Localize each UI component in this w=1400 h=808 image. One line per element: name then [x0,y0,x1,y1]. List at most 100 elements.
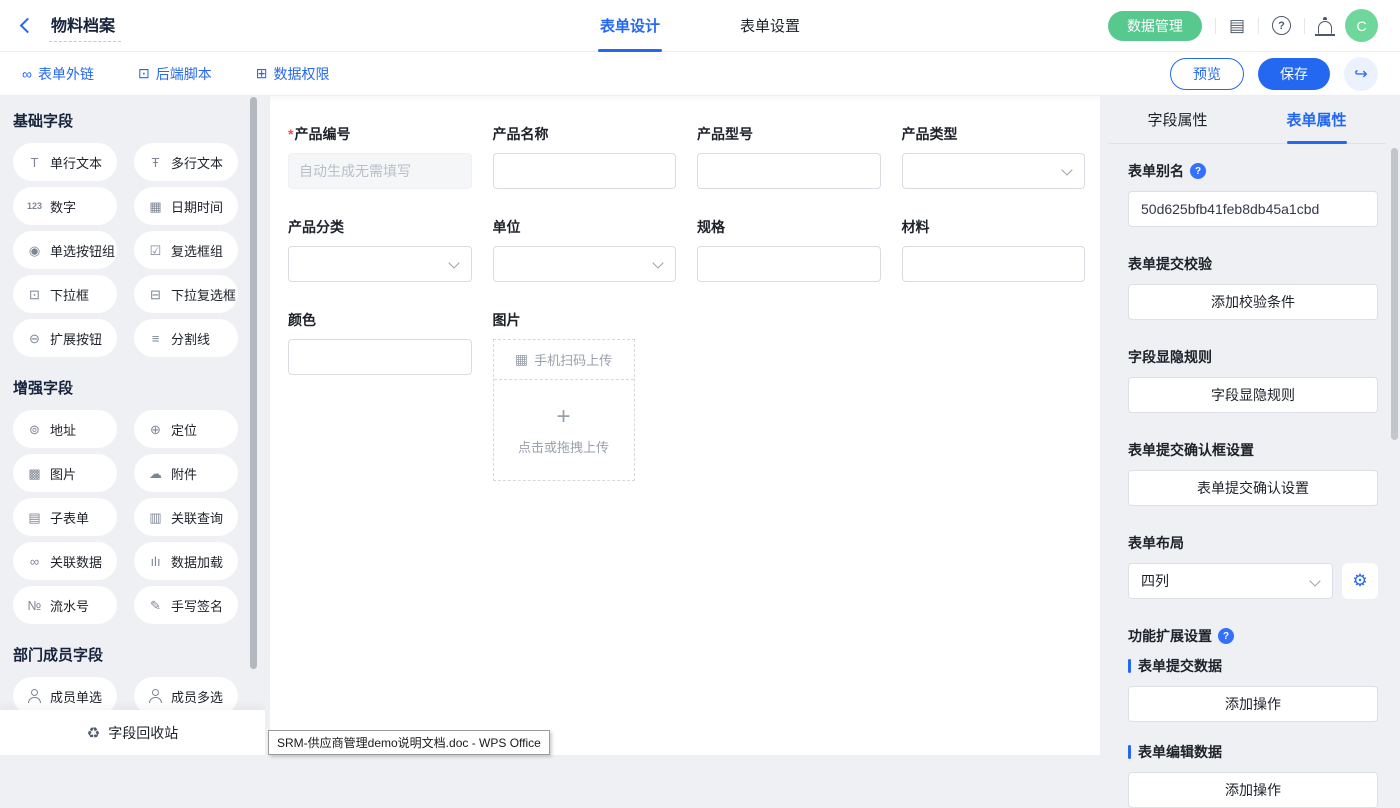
chevron-down-icon [1061,164,1072,175]
field-image-upload[interactable]: 图片 ▦ 手机扫码上传 + 点击或拖拽上传 [493,310,677,481]
form-validation-section: 表单提交校验 添加校验条件 [1128,254,1378,320]
color-input[interactable] [288,339,472,375]
field-item-related-query[interactable]: ▥关联查询 [134,498,238,536]
add-validation-button[interactable]: 添加校验条件 [1128,284,1378,320]
tab-field-properties[interactable]: 字段属性 [1108,96,1247,143]
drag-upload-area[interactable]: + 点击或拖拽上传 [494,380,634,480]
layout-settings-button[interactable]: ⚙ [1342,563,1378,599]
field-item-address[interactable]: ⊚地址 [13,410,117,448]
field-product-model[interactable]: 产品型号 [697,124,881,189]
spec-input[interactable] [697,246,881,282]
multi-dropdown-icon: ⊟ [147,288,164,301]
form-external-link-button[interactable]: ∞ 表单外链 [22,64,94,84]
field-item-attachment[interactable]: ☁附件 [134,454,238,492]
field-item-related-data[interactable]: ∞关联数据 [13,542,117,580]
product-code-input[interactable] [288,153,472,189]
field-item-location[interactable]: ⊕定位 [134,410,238,448]
people-icon [147,689,164,703]
field-recycle-bin[interactable]: ♻ 字段回收站 [0,710,265,755]
section-title-enhanced-fields: 增强字段 [13,377,265,398]
field-product-code[interactable]: *产品编号 [288,124,472,189]
form-canvas[interactable]: *产品编号 产品名称 产品型号 产品类型 产品分类 单位 规格 材料 [270,96,1100,755]
help-icon[interactable]: ? [1272,16,1291,35]
field-product-category[interactable]: 产品分类 [288,217,472,282]
tab-form-properties[interactable]: 表单属性 [1247,96,1386,143]
field-item-multi-dropdown[interactable]: ⊟下拉复选框 [134,275,238,313]
form-layout-select[interactable]: 四列 [1128,563,1333,599]
field-label: 产品类型 [902,124,1086,144]
field-label: 图片 [493,310,677,330]
back-button[interactable] [22,20,33,31]
notification-bell-icon[interactable] [1318,21,1332,34]
tab-form-settings[interactable]: 表单设置 [736,0,804,52]
cloud-upload-icon: ☁ [147,467,164,480]
field-spec[interactable]: 规格 [697,217,881,282]
field-item-number[interactable]: 123数字 [13,187,117,225]
field-visibility-button[interactable]: 字段显隐规则 [1128,377,1378,413]
chain-link-icon: ∞ [26,555,43,568]
form-alias-input[interactable] [1128,191,1378,227]
add-submit-action-button[interactable]: 添加操作 [1128,686,1378,722]
divider-line-icon: ≡ [147,332,164,345]
question-icon[interactable]: ? [1218,628,1234,644]
sidebar-scrollbar[interactable] [250,97,257,669]
radio-icon: ◉ [26,244,43,257]
contacts-icon[interactable]: ▤ [1229,17,1245,34]
page-title[interactable]: 物料档案 [49,10,121,42]
field-item-radio-group[interactable]: ◉单选按钮组 [13,231,117,269]
product-type-select[interactable] [902,153,1086,189]
section-title-member-fields: 部门成员字段 [13,644,265,665]
product-category-select[interactable] [288,246,472,282]
field-product-type[interactable]: 产品类型 [902,124,1086,189]
field-material[interactable]: 材料 [902,217,1086,282]
field-color[interactable]: 颜色 [288,310,472,481]
field-item-subform[interactable]: ▤子表单 [13,498,117,536]
field-label: 单位 [493,217,677,237]
field-unit[interactable]: 单位 [493,217,677,282]
preview-button[interactable]: 预览 [1170,58,1244,90]
submit-confirm-button[interactable]: 表单提交确认设置 [1128,470,1378,506]
product-model-input[interactable] [697,153,881,189]
product-name-input[interactable] [493,153,677,189]
divider [1304,18,1305,34]
user-avatar[interactable]: C [1345,9,1378,42]
tab-form-design[interactable]: 表单设计 [596,0,664,52]
field-item-divider-line[interactable]: ≡分割线 [134,319,238,357]
field-item-multi-line-text[interactable]: Ŧ多行文本 [134,143,238,181]
toolbar-actions: 预览 保存 ↪ [1170,57,1378,91]
related-query-icon: ▥ [147,511,164,524]
field-item-datetime[interactable]: ▦日期时间 [134,187,238,225]
question-icon[interactable]: ? [1190,163,1206,179]
header-actions: 数据管理 ▤ ? C [1108,9,1378,42]
unit-select[interactable] [493,246,677,282]
share-button[interactable]: ↪ [1344,57,1378,91]
person-icon [26,689,43,703]
data-manage-button[interactable]: 数据管理 [1108,11,1202,41]
data-permission-button[interactable]: ⊞ 数据权限 [256,64,330,84]
field-product-name[interactable]: 产品名称 [493,124,677,189]
add-edit-action-button[interactable]: 添加操作 [1128,772,1378,808]
field-item-extend-button[interactable]: ⊖扩展按钮 [13,319,117,357]
field-item-single-line-text[interactable]: T单行文本 [13,143,117,181]
form-toolbar: ∞ 表单外链 ⊡ 后端脚本 ⊞ 数据权限 预览 保存 ↪ [0,52,1400,96]
backend-script-button[interactable]: ⊡ 后端脚本 [138,64,212,84]
script-icon: ⊡ [138,65,150,82]
window-scrollbar[interactable] [1391,148,1398,440]
blue-bar [1128,745,1131,759]
field-item-serial-number[interactable]: №流水号 [13,586,117,624]
submit-data-group-label: 表单提交数据 [1128,656,1378,676]
bar-chart-icon: ılı [147,555,164,568]
field-label: 产品编号 [294,124,350,144]
link-icon: ∞ [22,66,32,82]
field-item-checkbox-group[interactable]: ☑复选框组 [134,231,238,269]
scan-upload-button[interactable]: ▦ 手机扫码上传 [494,340,634,380]
image-icon: ▩ [26,467,43,480]
field-item-data-load[interactable]: ılı数据加载 [134,542,238,580]
field-item-dropdown[interactable]: ⊡下拉框 [13,275,117,313]
field-item-image[interactable]: ▩图片 [13,454,117,492]
chevron-left-icon [20,18,36,34]
save-button[interactable]: 保存 [1258,58,1330,90]
field-item-signature[interactable]: ✎手写签名 [134,586,238,624]
divider [1215,18,1216,34]
material-input[interactable] [902,246,1086,282]
